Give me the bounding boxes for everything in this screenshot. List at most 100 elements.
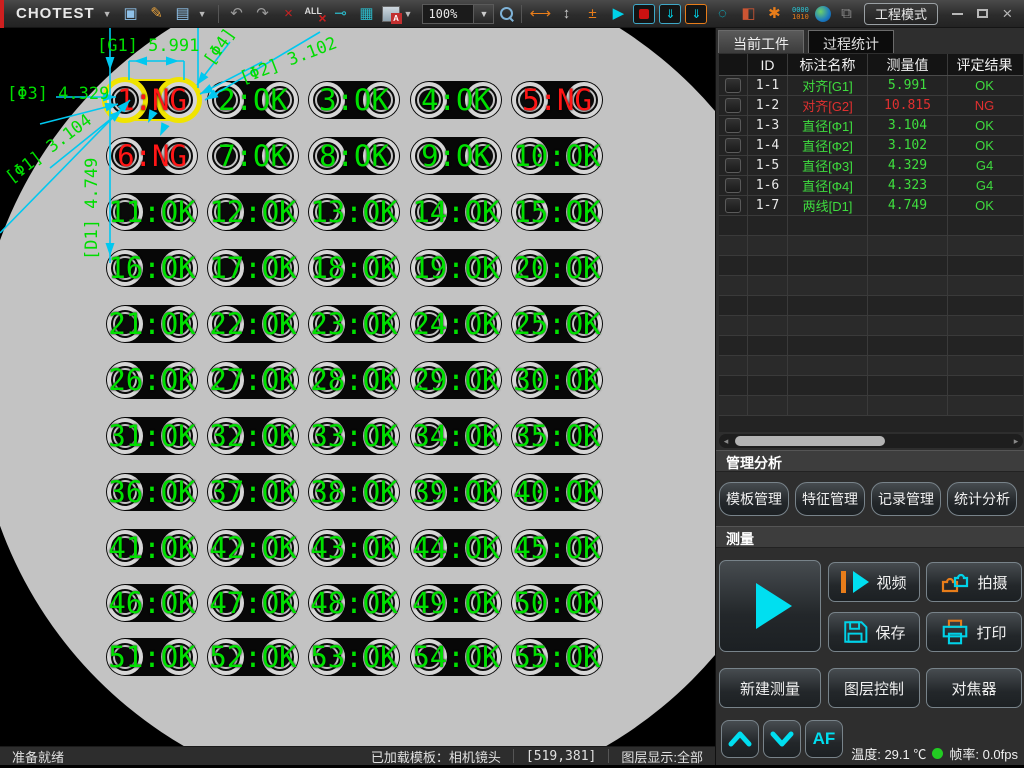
binary-icon[interactable]: 0000 1010 (789, 6, 811, 21)
light-adjust-icon[interactable]: ± (581, 3, 603, 25)
inspection-target[interactable]: 26:OK (106, 361, 198, 399)
column-header[interactable]: 标注名称 (788, 54, 868, 75)
inspection-target[interactable]: 28:OK (308, 361, 400, 399)
inspection-target[interactable]: 15:OK (511, 193, 603, 231)
inspection-target[interactable]: 2:OK (207, 81, 299, 119)
panel-button[interactable]: 图层控制 (828, 668, 920, 708)
inspection-target[interactable]: 1:NG (106, 81, 198, 119)
region-height-icon[interactable]: ↕ (555, 3, 577, 25)
close-button[interactable]: × (1002, 5, 1012, 22)
inspection-target[interactable]: 47:OK (207, 584, 299, 622)
inspection-target[interactable]: 51:OK (106, 638, 198, 676)
inspection-target[interactable]: 38:OK (308, 473, 400, 511)
inspection-target[interactable]: 20:OK (511, 249, 603, 287)
autofocus-button[interactable]: AF (805, 720, 843, 758)
inspection-target[interactable]: 27:OK (207, 361, 299, 399)
manage-button[interactable]: 记录管理 (871, 482, 941, 516)
table-row[interactable]: 1-5 直径[Φ3] 4.329 G4 (719, 156, 1023, 176)
image-label-icon[interactable]: A (381, 5, 402, 24)
inspection-target[interactable]: 31:OK (106, 417, 198, 455)
panel-button[interactable]: 新建测量 (719, 668, 821, 708)
inspection-target[interactable]: 5:NG (511, 81, 603, 119)
row-checkbox[interactable] (725, 158, 741, 173)
table-row[interactable]: 1-2 对齐[G2] 10.815 NG (719, 96, 1023, 116)
inspection-target[interactable]: 48:OK (308, 584, 400, 622)
row-checkbox[interactable] (725, 78, 741, 93)
inspection-target[interactable]: 36:OK (106, 473, 198, 511)
scrollbar-thumb[interactable] (735, 436, 885, 446)
inspection-target[interactable]: 24:OK (410, 305, 502, 343)
inspection-target[interactable]: 35:OK (511, 417, 603, 455)
globe-icon[interactable] (815, 5, 832, 22)
inspection-target[interactable]: 23:OK (308, 305, 400, 343)
panel-button[interactable]: 对焦器 (926, 668, 1022, 708)
undo-icon[interactable]: ↶ (226, 3, 248, 25)
table-row[interactable]: 1-6 直径[Φ4] 4.323 G4 (719, 176, 1023, 196)
link-points-icon[interactable]: ⊸ (330, 3, 352, 25)
edit-report-icon[interactable]: ✎ (146, 3, 168, 25)
row-checkbox[interactable] (725, 118, 741, 133)
manage-button[interactable]: 特征管理 (795, 482, 865, 516)
table-row[interactable]: 1-1 对齐[G1] 5.991 OK (719, 76, 1023, 96)
capture-button[interactable]: 拍摄 (926, 562, 1022, 602)
save-button[interactable]: 保存 (828, 612, 920, 652)
tab-current-workpiece[interactable]: 当前工件 (718, 30, 804, 53)
preview-magnifier-icon[interactable] (500, 6, 514, 21)
table-scrollbar[interactable]: ◂ ▸ (719, 434, 1023, 448)
inspection-target[interactable]: 50:OK (511, 584, 603, 622)
table-row[interactable]: 1-3 直径[Φ1] 3.104 OK (719, 116, 1023, 136)
inspection-target[interactable]: 10:OK (511, 137, 603, 175)
inspection-target[interactable]: 25:OK (511, 305, 603, 343)
inspection-target[interactable]: 22:OK (207, 305, 299, 343)
zoom-dropdown-icon[interactable]: ▼ (474, 3, 495, 24)
minimize-button[interactable] (952, 12, 964, 15)
inspection-target[interactable]: 42:OK (207, 529, 299, 567)
inspection-target[interactable]: 4:OK (410, 81, 502, 119)
scroll-right-icon[interactable]: ▸ (1009, 436, 1023, 447)
inspection-target[interactable]: 30:OK (511, 361, 603, 399)
inspection-target[interactable]: 3:OK (308, 81, 400, 119)
inspection-target[interactable]: 39:OK (410, 473, 502, 511)
inspection-target[interactable]: 53:OK (308, 638, 400, 676)
row-checkbox[interactable] (725, 98, 741, 113)
save-icon[interactable]: ▣ (120, 3, 142, 25)
inspection-target[interactable]: 21:OK (106, 305, 198, 343)
inspection-target[interactable]: 18:OK (308, 249, 400, 287)
inspection-target[interactable]: 43:OK (308, 529, 400, 567)
measurement-canvas[interactable]: 1:NG 2:OK 3:OK 4:OK 5:NG 6:NG 7:OK 8:OK 9:OK 10:O… (0, 28, 715, 746)
clipboard-icon[interactable]: ⧉ (835, 3, 857, 25)
print-icon[interactable]: ▤ (172, 3, 194, 25)
manage-button[interactable]: 模板管理 (719, 482, 789, 516)
chevron-down-icon[interactable]: ▼ (103, 9, 116, 19)
record-icon[interactable] (633, 3, 656, 24)
redo-icon[interactable]: ↷ (252, 3, 274, 25)
inspection-target[interactable]: 44:OK (410, 529, 502, 567)
inspection-target[interactable]: 37:OK (207, 473, 299, 511)
dashed-circle-icon[interactable]: ◌ (711, 3, 733, 25)
column-header[interactable]: 测量值 (868, 54, 948, 75)
inspection-target[interactable]: 6:NG (106, 137, 198, 175)
inspection-target[interactable]: 40:OK (511, 473, 603, 511)
inspection-target[interactable]: 17:OK (207, 249, 299, 287)
scroll-left-icon[interactable]: ◂ (719, 436, 733, 447)
zoom-combobox[interactable]: 100% ▼ (422, 3, 495, 24)
inspection-target[interactable]: 32:OK (207, 417, 299, 455)
dimension-annotation[interactable]: [G1] 5.991 (97, 36, 199, 56)
chevron-down-icon[interactable]: ▼ (404, 9, 417, 19)
zoom-value[interactable]: 100% (422, 3, 475, 24)
print-button[interactable]: 打印 (926, 612, 1022, 652)
row-checkbox[interactable] (725, 198, 741, 213)
screen-width-icon[interactable]: ⟷ (529, 3, 552, 25)
delete-all-icon[interactable]: ALL × (304, 4, 327, 26)
inspection-target[interactable]: 55:OK (511, 638, 603, 676)
inspection-target[interactable]: 11:OK (106, 193, 198, 231)
engineering-mode-button[interactable]: 工程模式 (864, 2, 939, 25)
column-header[interactable]: ID (748, 54, 788, 75)
drop-mark-icon[interactable]: ⇓ (685, 3, 708, 24)
inspection-target[interactable]: 12:OK (207, 193, 299, 231)
inspection-target[interactable]: 41:OK (106, 529, 198, 567)
gear-icon[interactable]: ✱ (763, 3, 785, 25)
dimension-annotation[interactable]: [D1] 4.749 (82, 158, 102, 260)
inspection-target[interactable]: 7:OK (207, 137, 299, 175)
inspection-target[interactable]: 8:OK (308, 137, 400, 175)
